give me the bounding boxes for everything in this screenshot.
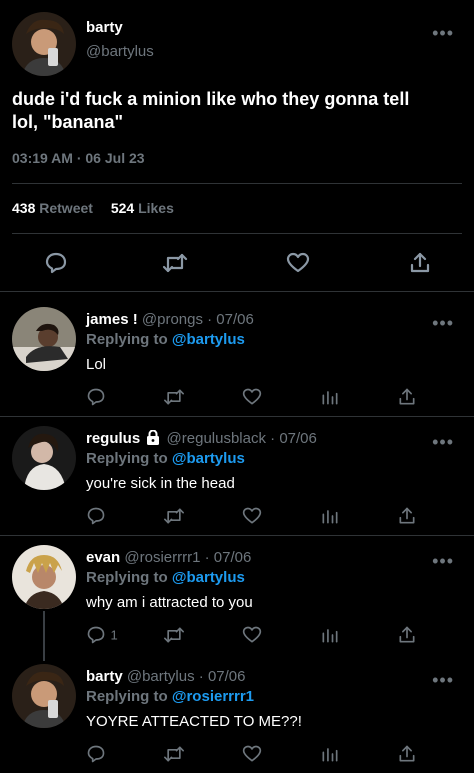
display-name[interactable]: evan [86, 549, 120, 566]
reply-icon [86, 625, 106, 645]
analytics-icon[interactable] [320, 744, 340, 764]
more-options-icon[interactable]: ••• [432, 24, 454, 42]
retweets-stat[interactable]: 438 Retweet [12, 200, 97, 216]
divider [0, 535, 474, 536]
share-icon[interactable] [397, 387, 417, 407]
avatar[interactable] [12, 545, 76, 609]
handle[interactable]: @bartylus [127, 668, 195, 685]
heart-icon[interactable] [242, 744, 262, 764]
replying-to: Replying to @bartylus [86, 331, 245, 348]
avatar[interactable] [12, 664, 76, 728]
reply-count: 1 [110, 627, 118, 643]
share-icon[interactable] [397, 625, 417, 645]
reply-text: Lol [86, 356, 107, 373]
replying-to: Replying to @rosierrrr1 [86, 688, 254, 705]
retweet-icon[interactable] [163, 387, 185, 407]
likes-stat[interactable]: 524 Likes [111, 200, 174, 216]
reply-date: · 07/06 [198, 668, 246, 685]
handle[interactable]: @regulusblack [167, 430, 266, 447]
reply-text: why am i attracted to you [86, 594, 253, 611]
heart-icon[interactable] [286, 251, 310, 275]
display-name[interactable]: barty [86, 668, 123, 685]
divider [0, 291, 474, 292]
reply-icon[interactable] [86, 744, 106, 764]
tweet-text: dude i'd fuck a minion like who they gon… [12, 88, 467, 134]
replying-to: Replying to @bartylus [86, 450, 245, 467]
replying-to-link[interactable]: @rosierrrr1 [172, 688, 254, 705]
display-name[interactable]: barty [86, 19, 123, 36]
retweet-icon[interactable] [163, 506, 185, 526]
replying-to-label: Replying to [86, 569, 168, 586]
analytics-icon[interactable] [320, 625, 340, 645]
more-options-icon[interactable]: ••• [432, 314, 454, 332]
likes-count: 524 [110, 200, 135, 216]
reply-date: · 07/06 [270, 430, 317, 447]
divider [12, 183, 462, 184]
heart-icon[interactable] [242, 506, 262, 526]
reply-text: YOYRE ATTEACTED TO ME??! [86, 713, 302, 730]
handle[interactable]: @bartylus [86, 43, 154, 60]
thread-connector [43, 611, 45, 661]
replying-to: Replying to @bartylus [86, 569, 245, 586]
reply-icon[interactable] [86, 506, 106, 526]
likes-label: Likes [138, 200, 174, 216]
reply-date: · 07/06 [207, 311, 254, 328]
divider [12, 233, 462, 234]
more-options-icon[interactable]: ••• [432, 671, 454, 689]
tweet-text-line: dude i'd fuck a minion like who they gon… [12, 89, 410, 109]
display-name[interactable]: regulus [86, 430, 140, 447]
more-options-icon[interactable]: ••• [432, 552, 454, 570]
share-icon[interactable] [408, 251, 432, 275]
stats-row: 438 Retweet 524 Likes [12, 200, 174, 216]
display-name[interactable]: james ! [86, 311, 138, 328]
avatar[interactable] [12, 426, 76, 490]
replying-to-link[interactable]: @bartylus [172, 569, 245, 586]
reply-header: regulus @regulusblack · 07/06 [86, 430, 317, 447]
timestamp[interactable]: 03:19 AM · 06 Jul 23 [12, 150, 145, 166]
avatar[interactable] [12, 307, 76, 371]
retweets-count: 438 [12, 200, 36, 216]
more-options-icon[interactable]: ••• [432, 433, 454, 451]
divider [0, 416, 474, 417]
reply-header: barty @bartylus · 07/06 [86, 668, 245, 685]
replying-to-label: Replying to [86, 331, 168, 348]
replying-to-link[interactable]: @bartylus [172, 331, 245, 348]
avatar[interactable] [12, 12, 76, 76]
replying-to-label: Replying to [86, 450, 168, 467]
analytics-icon[interactable] [320, 506, 340, 526]
heart-icon[interactable] [242, 625, 262, 645]
analytics-icon[interactable] [320, 387, 340, 407]
tweet-text-line: lol, "banana" [12, 112, 124, 132]
reply-header: evan @rosierrrr1 · 07/06 [86, 549, 251, 566]
reply-date: · 07/06 [204, 549, 252, 566]
reply-icon[interactable] [44, 251, 68, 275]
share-icon[interactable] [397, 506, 417, 526]
handle[interactable]: @rosierrrr1 [124, 549, 200, 566]
handle[interactable]: @prongs [142, 311, 203, 328]
retweets-label: Retweet [39, 200, 93, 216]
replying-to-link[interactable]: @bartylus [172, 450, 245, 467]
retweet-icon[interactable] [163, 744, 185, 764]
reply-button[interactable]: 1 [86, 625, 118, 645]
retweet-icon[interactable] [163, 625, 185, 645]
reply-icon[interactable] [86, 387, 106, 407]
share-icon[interactable] [397, 744, 417, 764]
retweet-icon[interactable] [162, 251, 188, 275]
lock-icon [146, 430, 160, 445]
reply-text: you're sick in the head [86, 475, 235, 492]
heart-icon[interactable] [242, 387, 262, 407]
replying-to-label: Replying to [86, 688, 168, 705]
reply-header: james ! @prongs · 07/06 [86, 311, 254, 328]
